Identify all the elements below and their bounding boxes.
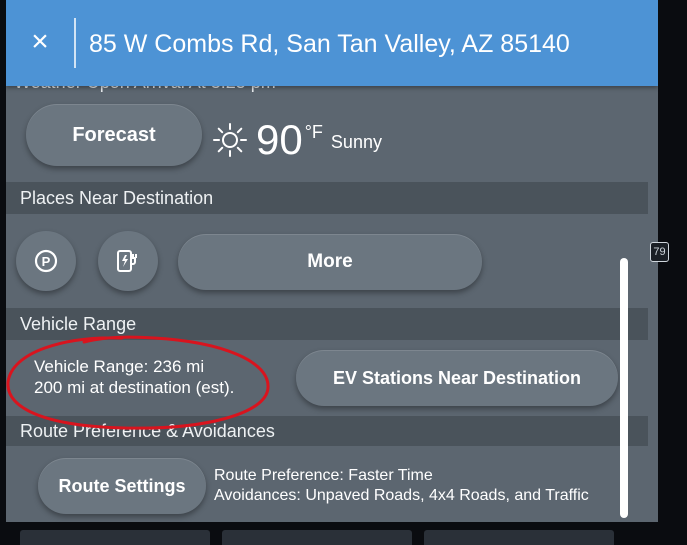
destination-header: × 85 W Combs Rd, San Tan Valley, AZ 8514… — [6, 0, 658, 86]
route-settings-label: Route Settings — [58, 475, 186, 496]
ev-stations-label: EV Stations Near Destination — [332, 367, 582, 388]
bottom-tab-3[interactable] — [424, 530, 614, 545]
more-places-button[interactable]: More — [178, 234, 482, 290]
more-label: More — [307, 251, 353, 272]
destination-address: 85 W Combs Rd, San Tan Valley, AZ 85140 — [89, 30, 570, 58]
vehicle-range-header: Vehicle Range — [6, 308, 648, 340]
route-section-header: Route Preference & Avoidances — [6, 416, 648, 446]
route-settings-button[interactable]: Route Settings — [38, 458, 206, 514]
parking-icon: P — [34, 249, 58, 273]
route-section-title: Route Preference & Avoidances — [20, 420, 275, 441]
map-side-tag: 79 — [650, 242, 669, 262]
range-at-destination: 200 mi at destination (est). — [34, 378, 235, 397]
vehicle-range-info: Vehicle Range: 236 mi 200 mi at destinat… — [34, 356, 234, 398]
ev-stations-button[interactable]: EV Stations Near Destination — [296, 350, 618, 406]
route-summary: Route Preference: Faster Time Avoidances… — [214, 466, 589, 506]
svg-text:P: P — [42, 254, 51, 269]
ev-charging-button[interactable] — [98, 231, 158, 291]
scrollbar[interactable] — [620, 258, 628, 518]
route-avoidances: Avoidances: Unpaved Roads, 4x4 Roads, an… — [214, 487, 589, 504]
forecast-label: Forecast — [72, 123, 156, 146]
close-button[interactable]: × — [20, 22, 60, 62]
vehicle-range-title: Vehicle Range — [20, 313, 137, 334]
route-preference: Route Preference: Faster Time — [214, 467, 433, 484]
temperature-value: 90 — [256, 116, 303, 163]
weather-summary: 90 °F Sunny — [212, 112, 382, 168]
bottom-tab-2[interactable] — [222, 530, 412, 545]
vehicle-range-value: Vehicle Range: 236 mi — [34, 357, 205, 376]
weather-condition: Sunny — [330, 132, 382, 152]
destination-panel: × 85 W Combs Rd, San Tan Valley, AZ 8514… — [6, 0, 658, 522]
places-section-title: Places Near Destination — [20, 187, 214, 208]
forecast-button[interactable]: Forecast — [26, 104, 202, 166]
sun-icon — [213, 123, 247, 157]
header-divider — [74, 18, 76, 68]
temperature-unit: °F — [304, 122, 323, 142]
parking-button[interactable]: P — [16, 231, 76, 291]
ev-charging-icon — [117, 250, 137, 272]
bottom-tab-1[interactable] — [20, 530, 210, 545]
places-section-header: Places Near Destination — [6, 182, 648, 214]
